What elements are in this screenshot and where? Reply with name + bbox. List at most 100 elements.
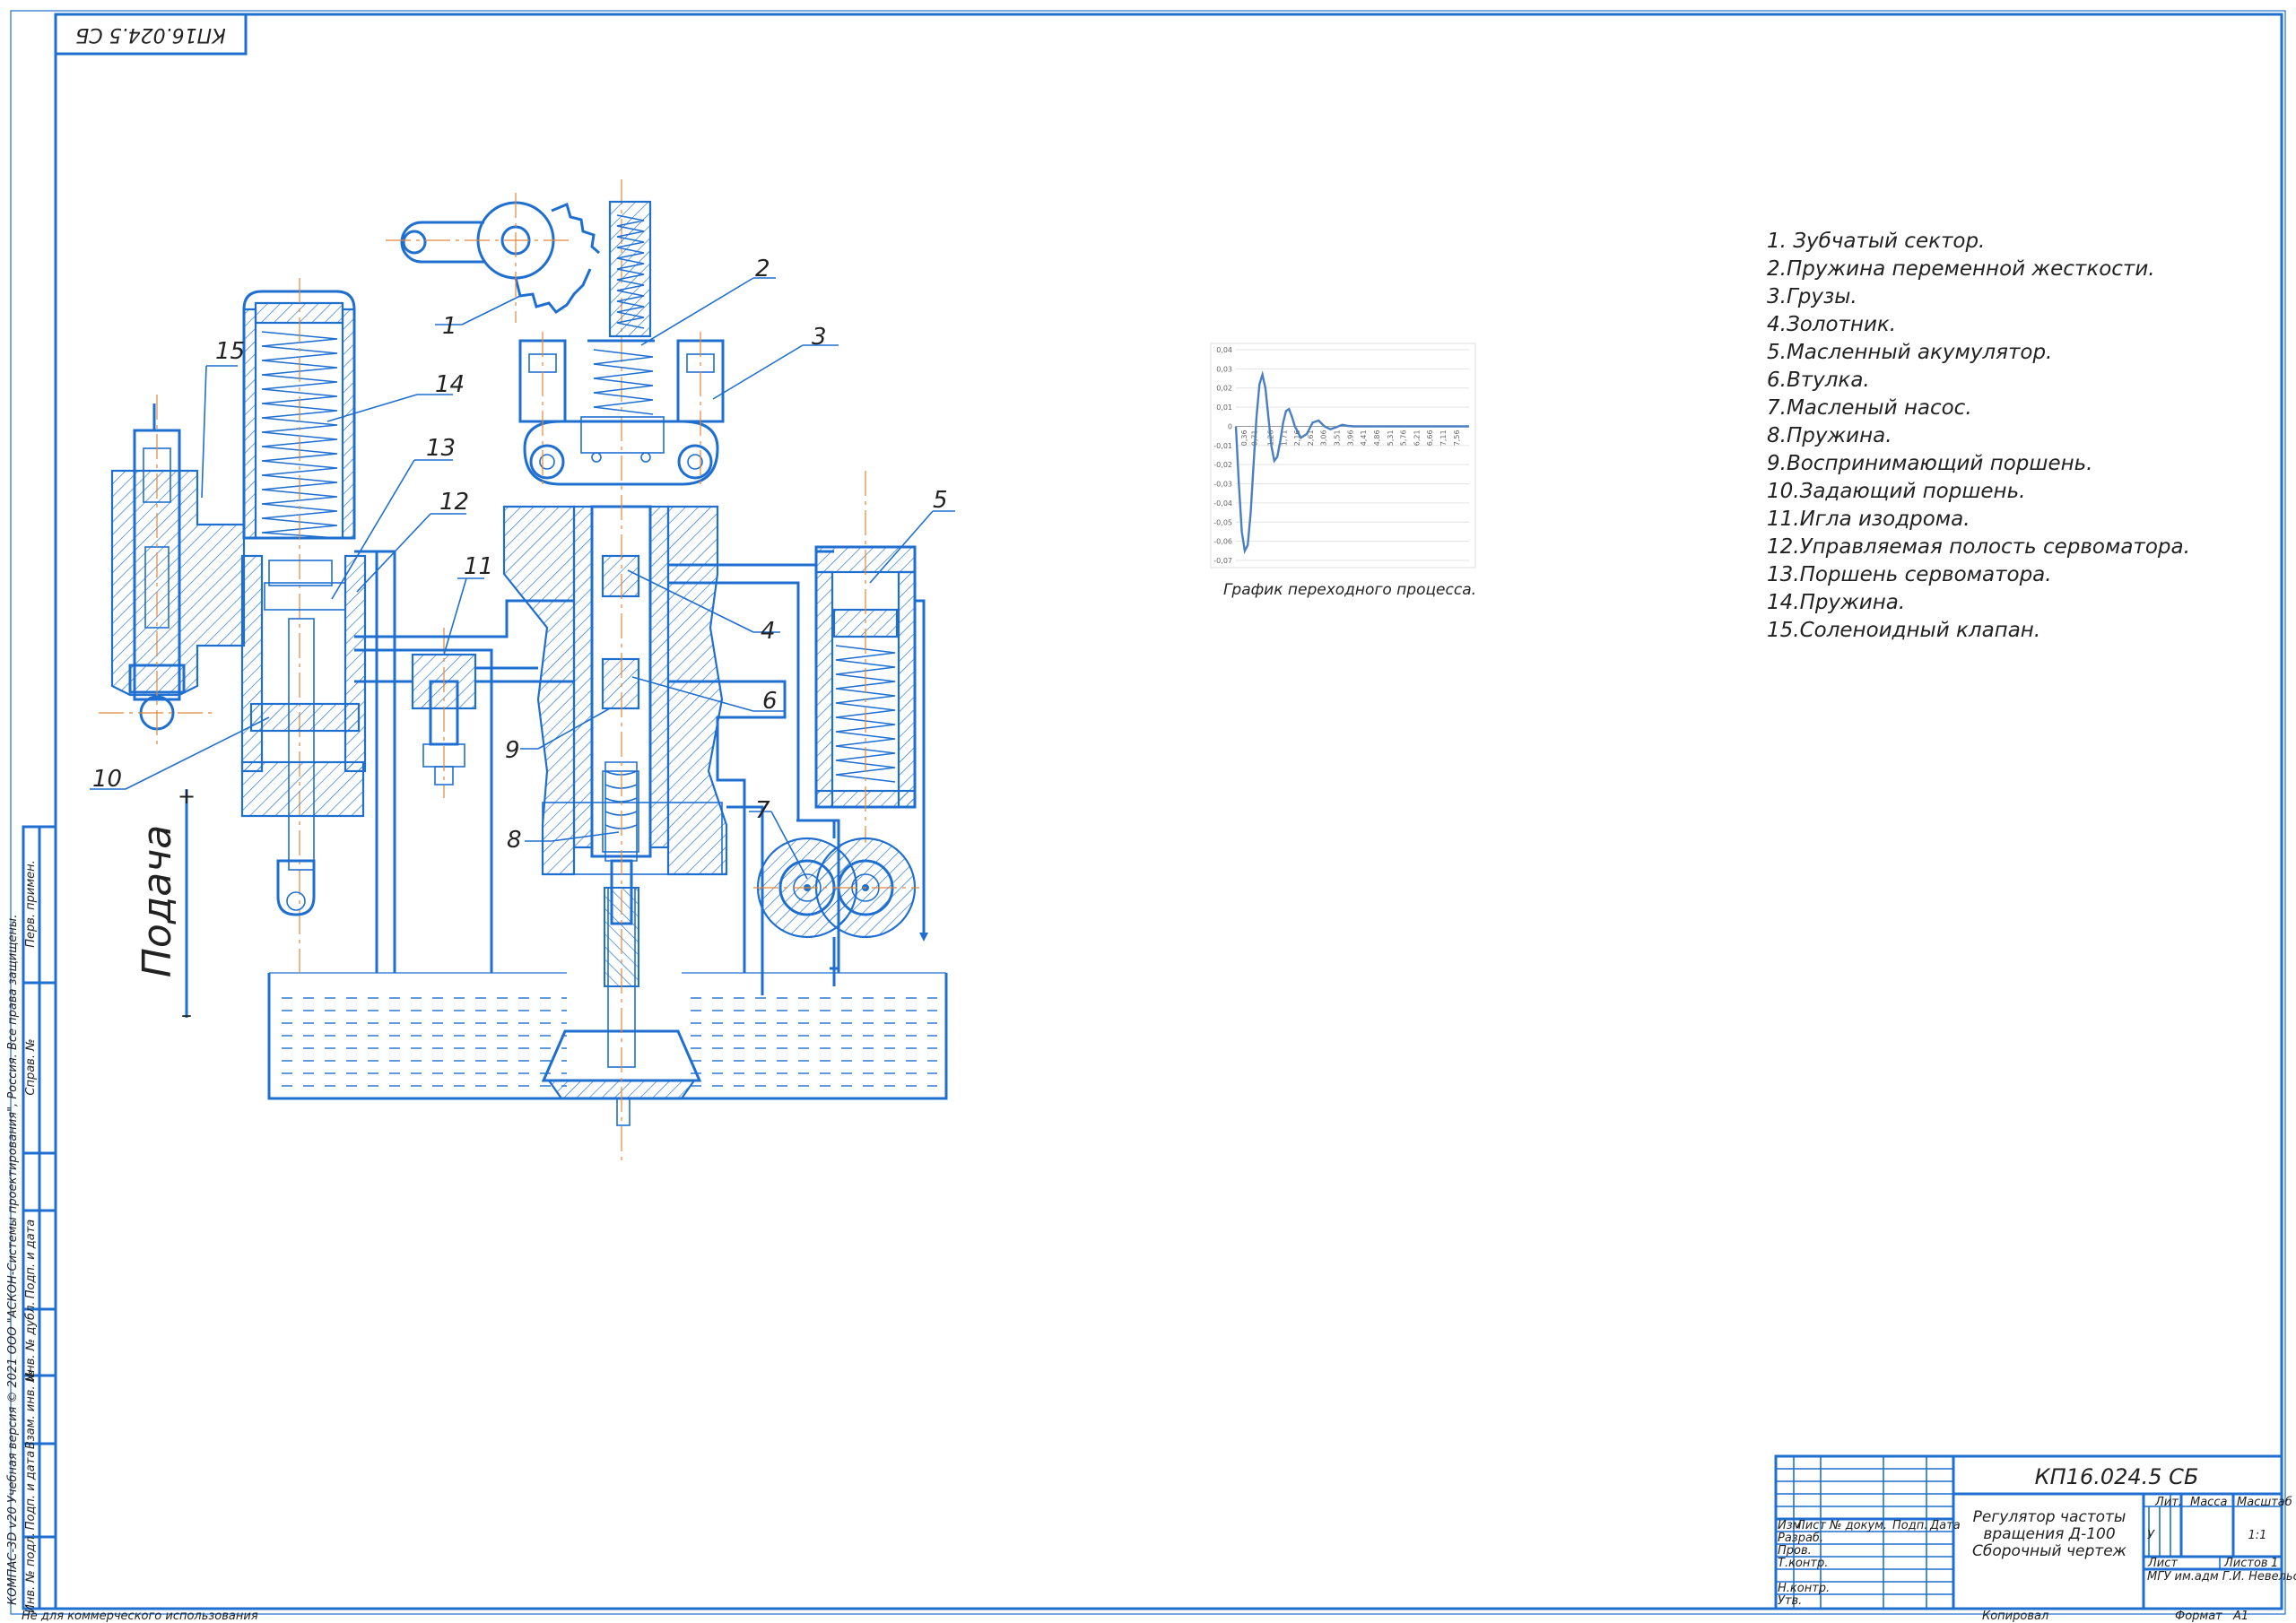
title-block: Изм. Лист № докум. Подп. Дата Разраб. Пр… <box>1774 1454 2296 1610</box>
license-text: КОМПАС-3D v20 Учебная версия © 2021 ООО … <box>6 915 20 1605</box>
parts-list-item-6: 6.Втулка. <box>1767 369 1870 392</box>
graph-x-tick-label: 7,11 <box>1439 430 1448 446</box>
tb-designation: КП16.024.5 СБ <box>2035 1464 2199 1489</box>
tb-hdr-list: Лист <box>1796 1519 1826 1532</box>
oil-pump <box>753 837 919 986</box>
graph-x-tick-label: 5,76 <box>1400 430 1408 446</box>
supply-plus: + <box>178 784 196 809</box>
graph-title: График переходного процесса. <box>1223 581 1476 599</box>
graph-y-tick-label: -0,07 <box>1213 557 1232 565</box>
footer-copied: Копировал <box>1982 1610 2048 1623</box>
callout-4: 4 <box>761 618 776 645</box>
graph-y-tick-label: 0,02 <box>1216 385 1232 393</box>
parts-list-item-13: 13.Поршень сервоматора. <box>1767 563 2052 586</box>
tb-sheet-label: Лист <box>2147 1557 2178 1570</box>
supply-minus: – <box>181 1002 192 1028</box>
graph-x-tick-label: 7,56 <box>1453 430 1461 446</box>
side-label-sign-date-2: Подп. и дата <box>24 1451 38 1531</box>
graph-y-tick-label: 0,04 <box>1216 346 1232 354</box>
supply-indicator: + – Подача <box>135 784 196 1028</box>
callout-14: 14 <box>435 371 465 398</box>
side-label-orig-inv: Инв. № подл. <box>24 1532 38 1613</box>
side-label-sign-date-1: Подп. и дата <box>24 1219 38 1299</box>
tb-name-line3: Сборочный чертеж <box>1972 1542 2127 1560</box>
side-label-ref-no: Справ. № <box>24 1038 38 1095</box>
callout-12: 12 <box>439 489 469 516</box>
governor-housing <box>502 505 728 925</box>
tb-hdr-sign: Подп. <box>1892 1519 1927 1532</box>
graph-y-tick-label: 0 <box>1228 422 1232 430</box>
tb-row-nkontr: Н.контр. <box>1778 1582 1830 1595</box>
tb-hdr-doc: № докум. <box>1829 1519 1887 1532</box>
parts-list-item-3: 3.Грузы. <box>1767 285 1857 308</box>
tb-sheets-label: Листов <box>2223 1557 2268 1570</box>
footer-noncommercial: Не для коммерческого использования <box>22 1610 258 1623</box>
callout-9: 9 <box>505 737 520 764</box>
assembly-drawing: 1 2 3 4 5 6 7 8 9 10 11 12 13 14 15 + – … <box>90 179 955 1166</box>
callout-2: 2 <box>755 256 770 282</box>
parts-list-item-5: 5.Масленный акумулятор. <box>1767 341 2052 364</box>
parts-list-item-9: 9.Воспринимающий поршень. <box>1767 452 2093 475</box>
callout-13: 13 <box>426 435 456 462</box>
graph-y-tick-label: -0,03 <box>1213 481 1232 489</box>
tb-col-scale: Масштаб <box>2237 1496 2292 1509</box>
tb-sheets-value: 1 <box>2271 1557 2278 1570</box>
tb-row-tkontr: Т.контр. <box>1778 1557 1828 1570</box>
tb-scale-value: 1:1 <box>2248 1529 2267 1542</box>
parts-list-item-12: 12.Управляемая полость сервоматора. <box>1767 535 2190 559</box>
graph-x-tick-label: 6,21 <box>1413 430 1421 446</box>
tb-org: МГУ им.адм Г.И. Невельского <box>2147 1570 2296 1584</box>
side-strip: Перв. примен. Справ. № Подп. и дата Инв.… <box>22 825 57 1613</box>
parts-list-item-15: 15.Соленоидный клапан. <box>1767 619 2040 642</box>
toothed-sector <box>386 193 600 323</box>
callout-15: 15 <box>215 338 245 365</box>
graph-x-tick-label: 3,06 <box>1320 430 1328 446</box>
graph-x-tick-label: 4,41 <box>1360 430 1368 446</box>
graph-x-tick-label: 0,36 <box>1240 430 1248 446</box>
graph-x-tick-label: 5,31 <box>1387 430 1395 446</box>
side-label-repl-inv: Взам. инв. № <box>24 1370 38 1449</box>
tb-col-lit: Лит. <box>2154 1496 2182 1509</box>
drawing-canvas: КП16.024.5 СБ Перв. примен. Справ. № Под… <box>6 10 2296 1623</box>
transient-graph: 0,04 0,03 0,02 0,01 0 -0,01 -0,02 -0,03 -0,04 -0,… <box>1210 343 1476 599</box>
graph-y-tick-label: -0,05 <box>1213 518 1232 526</box>
graph-y-tick-label: 0,01 <box>1216 404 1232 412</box>
parts-list-item-4: 4.Золотник. <box>1767 313 1896 336</box>
callout-5: 5 <box>933 487 948 514</box>
graph-x-tick-label: 6,66 <box>1426 430 1434 446</box>
graph-x-tick-label: 3,51 <box>1334 430 1342 446</box>
tb-row-utv: Утв. <box>1778 1594 1802 1608</box>
footer-format-value: А1 <box>2232 1610 2248 1623</box>
parts-list-item-1: 1. Зубчатый сектор. <box>1767 230 1985 253</box>
tb-name-line2: вращения Д-100 <box>1983 1525 2115 1543</box>
tb-row-razrab: Разраб. <box>1778 1532 1823 1545</box>
parts-list-item-8: 8.Пружина. <box>1767 424 1892 447</box>
callout-6: 6 <box>762 688 778 715</box>
callout-1: 1 <box>442 313 457 340</box>
footer-format-label: Формат <box>2175 1610 2222 1623</box>
graph-x-tick-label: 4,86 <box>1373 430 1381 446</box>
tb-row-prov: Пров. <box>1778 1544 1812 1558</box>
tb-hdr-date: Дата <box>1929 1519 1961 1532</box>
supply-label: Подача <box>135 825 180 977</box>
parts-list-item-11: 11.Игла изодрома. <box>1767 508 1970 531</box>
solenoid-valve <box>99 395 246 744</box>
callout-10: 10 <box>92 766 122 793</box>
rotated-stamp-code: КП16.024.5 СБ <box>75 23 226 46</box>
tb-col-mass: Масса <box>2190 1496 2227 1509</box>
spring-2 <box>587 200 655 415</box>
parts-list: 1. Зубчатый сектор. 2.Пружина переменной… <box>1767 230 2190 642</box>
servomotor <box>240 278 367 973</box>
graph-x-tick-label: 3,96 <box>1346 430 1354 446</box>
tb-lit-value: У <box>2147 1529 2155 1542</box>
tb-name-line1: Регулятор частоты <box>1973 1508 2126 1526</box>
graph-y-tick-label: -0,06 <box>1213 538 1232 546</box>
parts-list-item-14: 14.Пружина. <box>1767 591 1905 614</box>
graph-x-ticks: 0,36 0,71 1,26 1,71 2,16 2,61 3,06 3,51 3,96 4,41… <box>1240 430 1461 446</box>
side-label-dup-inv: Инв. № дубл. <box>24 1302 38 1382</box>
callout-3: 3 <box>812 324 827 351</box>
drawing-sheet: { "sheet": { "stamp_code_rotated": "КП16… <box>0 0 2296 1623</box>
callout-7: 7 <box>755 797 770 824</box>
graph-y-tick-label: 0,03 <box>1216 365 1232 373</box>
parts-list-item-10: 10.Задающий поршень. <box>1767 480 2025 503</box>
